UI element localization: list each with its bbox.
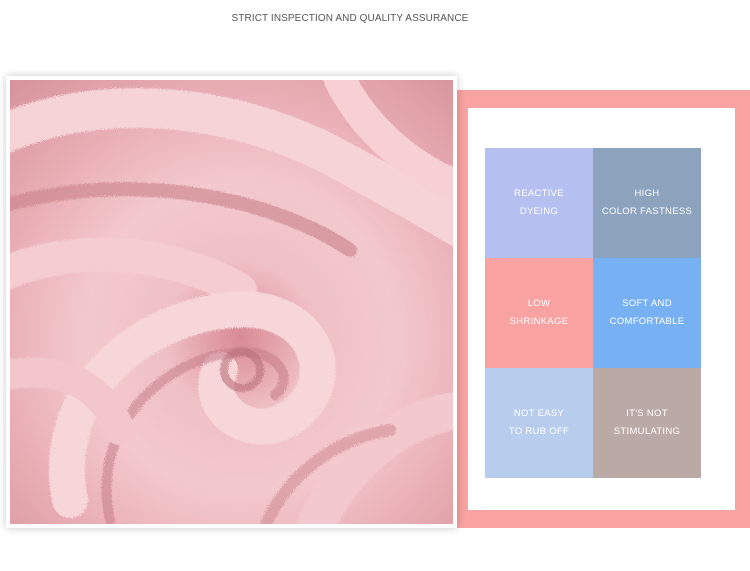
feature-tile: HIGH COLOR FASTNESS (593, 148, 701, 258)
feature-tile-line2: COLOR FASTNESS (601, 206, 693, 217)
feature-tile-line1: LOW (527, 298, 551, 309)
feature-tile-line1: IT'S NOT (626, 408, 668, 419)
feature-tile: SOFT AND COMFORTABLE (593, 258, 701, 368)
feature-tile: IT'S NOT STIMULATING (593, 368, 701, 478)
fabric-photo-frame (6, 76, 457, 528)
feature-tile-line2: DYEING (519, 206, 559, 217)
feature-tile: NOT EASY TO RUB OFF (485, 368, 593, 478)
feature-tile-line1: NOT EASY (513, 408, 565, 419)
fleece-fabric-image (10, 80, 453, 524)
feature-tile-line1: REACTIVE (514, 188, 564, 199)
feature-tile: REACTIVE DYEING (485, 148, 593, 258)
feature-tile-line2: SHRINKAGE (509, 316, 569, 327)
feature-tile-line2: COMFORTABLE (609, 316, 685, 327)
feature-tile-line2: STIMULATING (613, 426, 681, 437)
page-heading: STRICT INSPECTION AND QUALITY ASSURANCE (231, 13, 469, 24)
feature-tile-line1: HIGH (634, 188, 660, 199)
feature-grid: REACTIVE DYEING HIGH COLOR FASTNESS LOW SHRIN… (485, 148, 701, 478)
feature-tile: LOW SHRINKAGE (485, 258, 593, 368)
feature-tile-line1: SOFT AND (622, 298, 672, 309)
feature-tile-line2: TO RUB OFF (508, 426, 570, 437)
